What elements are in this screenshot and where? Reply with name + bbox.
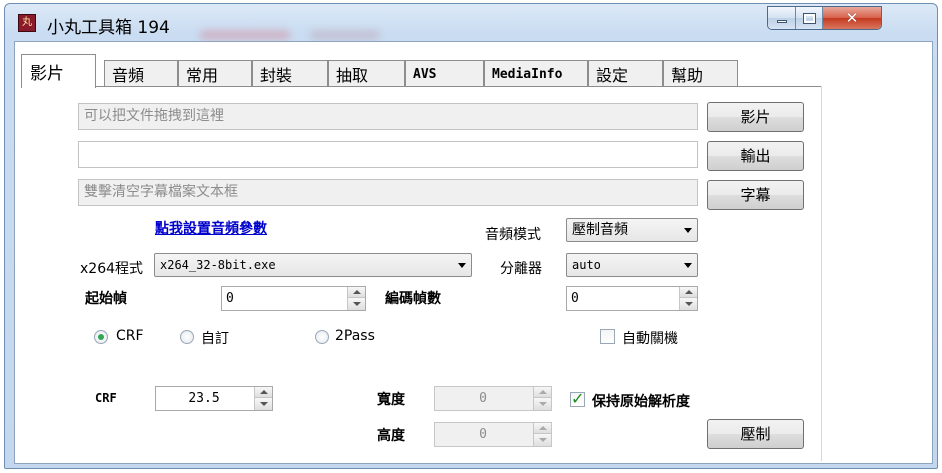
encode-frames-label: 編碼幀數 [385, 291, 441, 307]
tab-mux[interactable]: 封裝 [252, 60, 328, 87]
audio-mode-select[interactable]: 壓制音頻 [566, 218, 698, 242]
minimize-icon [776, 19, 787, 23]
tab-settings[interactable]: 設定 [588, 60, 663, 87]
title-bar[interactable]: 丸 小丸工具箱 194 ✕ [5, 4, 937, 42]
window-title: 小丸工具箱 194 [47, 18, 170, 38]
stepper-buttons[interactable] [254, 387, 272, 410]
minimize-button[interactable] [768, 7, 796, 29]
video-file-input[interactable]: 可以把文件拖拽到這裡 [78, 103, 698, 130]
chevron-up-icon[interactable] [680, 287, 697, 298]
chevron-down-icon[interactable] [255, 398, 272, 410]
close-button[interactable]: ✕ [823, 7, 881, 29]
chevron-up-icon[interactable] [534, 387, 551, 398]
maximize-icon [802, 12, 816, 24]
2pass-radio[interactable] [315, 330, 329, 344]
main-window: 丸 小丸工具箱 194 ✕ 影片 音頻 常用 封裝 抽取 AVS MediaIn… [4, 3, 938, 469]
tab-help[interactable]: 幫助 [663, 60, 738, 87]
blurred-title-region [310, 30, 380, 40]
chevron-up-icon[interactable] [534, 423, 551, 434]
chevron-down-icon [458, 263, 466, 268]
chevron-down-icon[interactable] [534, 434, 551, 446]
app-icon: 丸 [18, 14, 36, 32]
chevron-down-icon [684, 228, 692, 233]
subtitle-button[interactable]: 字幕 [707, 180, 804, 210]
tab-panel-border [821, 86, 822, 461]
start-frame-label: 起始幀 [85, 291, 127, 307]
tab-audio[interactable]: 音頻 [104, 60, 178, 87]
height-value: 0 [479, 427, 487, 442]
stepper-buttons[interactable] [533, 387, 551, 410]
encode-frames-stepper[interactable]: 0 [566, 286, 698, 311]
tab-divider [21, 86, 822, 87]
crf-radio-label[interactable]: CRF [116, 328, 144, 344]
demuxer-select[interactable]: auto [566, 253, 698, 277]
x264-label: x264程式 [80, 261, 144, 277]
stepper-buttons[interactable] [533, 423, 551, 446]
keep-resolution-checkbox[interactable] [570, 389, 585, 408]
height-label: 高度 [377, 428, 405, 444]
auto-shutdown-checkbox[interactable] [600, 329, 615, 344]
chevron-down-icon [684, 263, 692, 268]
stepper-buttons[interactable] [347, 287, 365, 310]
maximize-button[interactable] [796, 7, 823, 29]
auto-shutdown-label[interactable]: 自動關機 [622, 328, 678, 348]
crf-value: 23.5 [188, 391, 220, 406]
x264-select[interactable]: x264_32-8bit.exe [154, 253, 472, 277]
demuxer-label: 分離器 [500, 261, 542, 277]
stepper-buttons[interactable] [679, 287, 697, 310]
tab-avs[interactable]: AVS [405, 60, 484, 87]
subtitle-file-input[interactable]: 雙擊清空字幕檔案文本框 [78, 179, 698, 206]
crf-radio[interactable] [94, 330, 108, 344]
chevron-down-icon[interactable] [680, 298, 697, 310]
x264-value: x264_32-8bit.exe [160, 258, 276, 272]
custom-radio-label[interactable]: 自訂 [201, 328, 229, 348]
custom-radio[interactable] [180, 330, 194, 344]
start-frame-stepper[interactable]: 0 [221, 286, 366, 311]
width-value: 0 [479, 391, 487, 406]
chevron-down-icon[interactable] [348, 298, 365, 310]
audio-settings-link[interactable]: 點我設置音頻參數 [155, 218, 267, 238]
close-icon: ✕ [845, 8, 859, 27]
tab-mediainfo[interactable]: MediaInfo [484, 60, 588, 87]
output-file-input[interactable] [78, 141, 698, 168]
chevron-down-icon[interactable] [534, 398, 551, 410]
keep-resolution-label[interactable]: 保持原始解析度 [592, 391, 690, 411]
encode-button[interactable]: 壓制 [707, 419, 804, 449]
tab-common[interactable]: 常用 [178, 60, 252, 87]
crf-label: CRF [95, 391, 117, 405]
audio-mode-label: 音頻模式 [485, 227, 541, 243]
width-label: 寬度 [377, 392, 405, 408]
chevron-up-icon[interactable] [255, 387, 272, 398]
2pass-radio-label[interactable]: 2Pass [335, 328, 375, 344]
video-button[interactable]: 影片 [707, 102, 804, 132]
start-frame-value: 0 [226, 291, 234, 306]
crf-stepper[interactable]: 23.5 [155, 386, 273, 411]
audio-mode-value: 壓制音頻 [572, 222, 628, 238]
encode-frames-value: 0 [571, 291, 579, 306]
tab-extract[interactable]: 抽取 [328, 60, 405, 87]
chevron-up-icon[interactable] [348, 287, 365, 298]
demuxer-value: auto [572, 258, 601, 272]
output-button[interactable]: 輸出 [707, 141, 804, 171]
height-stepper[interactable]: 0 [434, 422, 552, 447]
window-controls: ✕ [767, 6, 882, 30]
client-area: 影片 音頻 常用 封裝 抽取 AVS MediaInfo 設定 幫助 可以把文件… [14, 41, 933, 464]
blurred-title-region [200, 30, 290, 40]
tab-video[interactable]: 影片 [21, 54, 96, 88]
width-stepper[interactable]: 0 [434, 386, 552, 411]
